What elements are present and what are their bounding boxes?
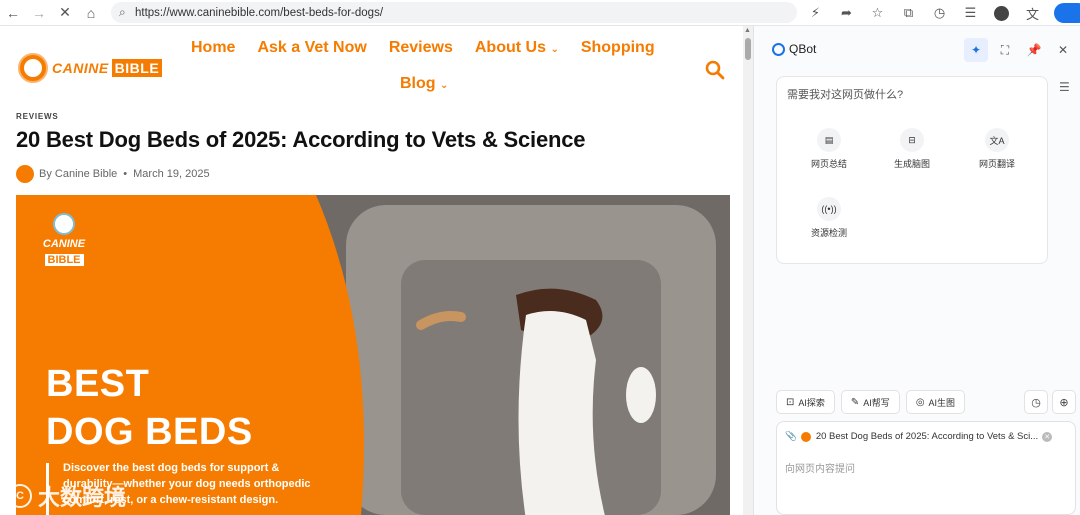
remove-attachment-icon[interactable]: ✕: [1042, 431, 1053, 442]
hero-logo: CANINE BIBLE: [38, 213, 90, 268]
share-icon[interactable]: ➦: [831, 0, 862, 26]
home-icon[interactable]: ⌂: [78, 0, 104, 26]
chip-ai-explore[interactable]: ⊡ AI探索: [776, 390, 835, 414]
publish-date: March 19, 2025: [133, 168, 210, 180]
chip-ai-image[interactable]: ◎ AI生图: [905, 390, 966, 414]
menu-icon[interactable]: ☰: [955, 0, 986, 26]
dog-logo-icon: [18, 53, 48, 83]
chevron-down-icon: ⌄: [550, 44, 559, 55]
category-label[interactable]: REVIEWS: [16, 112, 59, 121]
qbot-toggle-button[interactable]: [1054, 3, 1080, 23]
expand-icon[interactable]: ⛶: [993, 38, 1017, 62]
web-page: CANINE BIBLE Home Ask a Vet Now Reviews A…: [0, 26, 744, 515]
site-logo[interactable]: CANINE BIBLE: [18, 53, 163, 83]
profile-avatar[interactable]: [986, 0, 1017, 26]
hero-image: CANINE BIBLE BEST DOG BEDS Discover the …: [16, 195, 730, 515]
nav-blog[interactable]: Blog ⌄: [400, 75, 448, 93]
main-navigation: Home Ask a Vet Now Reviews About Us ⌄ Sh…: [180, 39, 690, 111]
tool-page-summary[interactable]: ▤ 网页总结: [799, 128, 859, 170]
article-byline: By Canine Bible • March 19, 2025: [16, 165, 210, 183]
attachment-title: 20 Best Dog Beds of 2025: According to V…: [815, 431, 1039, 442]
address-bar[interactable]: ⌕ https://www.caninebible.com/best-beds-…: [111, 2, 797, 23]
translate-icon: 文A: [985, 128, 1009, 152]
stop-loading-icon[interactable]: ✕: [52, 0, 78, 26]
nav-shopping[interactable]: Shopping: [581, 39, 655, 57]
chat-input-box[interactable]: 📎 20 Best Dog Beds of 2025: According to…: [776, 421, 1076, 515]
prompt-question: 需要我对这网页做什么?: [787, 89, 904, 101]
chat-input[interactable]: 向网页内容提问: [785, 460, 855, 475]
history-icon[interactable]: ◷: [924, 0, 955, 26]
star-icon[interactable]: ☆: [862, 0, 893, 26]
panel-header-actions: ✦ ⛶ 📌 ✕: [964, 38, 1080, 62]
watermark-logo-icon: C: [8, 484, 32, 508]
toolbar-icons: ⚡ ➦ ☆ ⧉ ◷ ☰ 文: [800, 0, 1080, 26]
pin-icon[interactable]: 📌: [1022, 38, 1046, 62]
nav-reviews[interactable]: Reviews: [389, 39, 453, 57]
close-icon[interactable]: ✕: [1051, 38, 1075, 62]
extensions-icon[interactable]: ⧉: [893, 0, 924, 26]
url-text[interactable]: https://www.caninebible.com/best-beds-fo…: [135, 7, 383, 19]
qbot-panel: QBot ✦ ⛶ 📌 ✕ 需要我对这网页做什么? ▤ 网页总结 ⊟ 生成脑图 文…: [753, 26, 1080, 515]
chevron-down-icon: ⌄: [440, 80, 449, 91]
dog-logo-icon: [53, 213, 75, 235]
nav-home[interactable]: Home: [191, 39, 235, 57]
page-scrollbar[interactable]: ▲: [743, 26, 753, 515]
tool-resource-detect[interactable]: ((•)) 资源检测: [799, 197, 859, 239]
qbot-header: QBot: [772, 42, 816, 56]
watermark: C 大数跨境: [8, 480, 126, 512]
sparkle-icon[interactable]: ✦: [964, 38, 988, 62]
author-name[interactable]: By Canine Bible: [39, 168, 117, 180]
radar-icon: ((•)): [817, 197, 841, 221]
hero-headline: BEST DOG BEDS: [46, 363, 253, 453]
quick-actions-card: 需要我对这网页做什么? ▤ 网页总结 ⊟ 生成脑图 文A 网页翻译 ((•)) …: [776, 76, 1048, 264]
page-attachment: 📎 20 Best Dog Beds of 2025: According to…: [785, 431, 1067, 442]
explore-icon: ⊡: [786, 396, 795, 408]
logo-text: CANINE BIBLE: [52, 59, 163, 77]
forward-arrow-icon[interactable]: →: [26, 0, 52, 26]
article-title: 20 Best Dog Beds of 2025: According to V…: [16, 127, 586, 152]
ai-chips: ⊡ AI探索 ✎ AI帮写 ◎ AI生图: [776, 390, 971, 414]
scroll-thumb[interactable]: [745, 38, 751, 60]
back-arrow-icon[interactable]: ←: [0, 0, 26, 26]
mind-map-icon: ⊟: [900, 128, 924, 152]
history-icon[interactable]: ◷: [1024, 390, 1048, 414]
tool-mind-map[interactable]: ⊟ 生成脑图: [882, 128, 942, 170]
nav-ask-a-vet[interactable]: Ask a Vet Now: [257, 39, 366, 57]
search-icon[interactable]: [704, 59, 726, 81]
nav-about-us[interactable]: About Us ⌄: [475, 39, 559, 57]
summary-icon: ▤: [817, 128, 841, 152]
scroll-up-icon[interactable]: ▲: [744, 27, 751, 34]
qbot-logo-icon: [772, 42, 785, 56]
qbot-title: QBot: [789, 42, 817, 56]
pen-icon: ✎: [850, 396, 860, 408]
new-chat-icon[interactable]: ⊕: [1052, 390, 1076, 414]
lightning-icon[interactable]: ⚡: [800, 0, 831, 26]
chip-ai-write[interactable]: ✎ AI帮写: [840, 390, 900, 414]
paperclip-icon: 📎: [785, 431, 797, 442]
image-icon: ◎: [915, 396, 925, 408]
list-menu-icon[interactable]: ☰: [1059, 80, 1070, 94]
browser-toolbar: ← → ✕ ⌂ ⌕ https://www.caninebible.com/be…: [0, 0, 1080, 26]
translate-icon[interactable]: 文: [1017, 0, 1048, 26]
author-avatar: [16, 165, 34, 183]
search-icon: ⌕: [119, 5, 126, 19]
site-favicon: [800, 431, 811, 442]
tool-page-translate[interactable]: 文A 网页翻译: [967, 128, 1027, 170]
